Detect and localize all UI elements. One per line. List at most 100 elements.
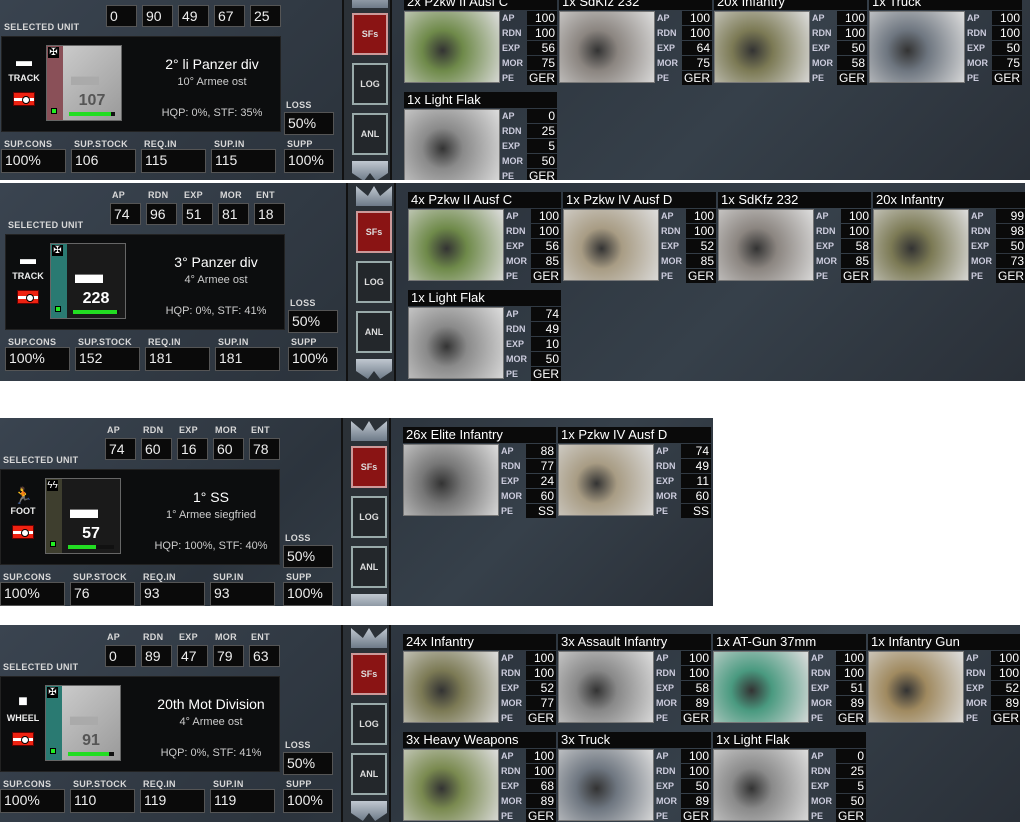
log-button[interactable]: LOG xyxy=(351,703,387,745)
sfs-button[interactable]: SFs xyxy=(356,211,392,253)
subunit-stat-label: EXP xyxy=(811,683,830,693)
subunit-card[interactable]: 1x Pzkw IV Ausf D AP 100 RDN 100 EXP 52 MOR 85 PE… xyxy=(563,192,716,283)
scroll-down-button[interactable] xyxy=(351,594,387,606)
subunit-stat-label: EXP xyxy=(661,241,680,251)
subunit-card[interactable]: 1x Infantry Gun AP 100 RDN 100 EXP 52 MOR 89 PE GE… xyxy=(868,634,1020,725)
subunit-stat-value: 100 xyxy=(992,26,1022,40)
selected-unit-box[interactable]: 🏃 FOOT ϟϟ ▬ 57 1° SS 1° Armee siegfried HQP: 10… xyxy=(0,469,280,565)
subunit-card[interactable]: 1x AT-Gun 37mm AP 100 RDN 100 EXP 51 MOR 89 PE GER xyxy=(713,634,866,725)
subunit-stat-value: 10 xyxy=(531,337,561,351)
strength-bar xyxy=(68,545,114,549)
subunit-stat-row: RDN 77 xyxy=(500,459,556,474)
subunit-stat-value: 100 xyxy=(681,764,711,778)
subunit-stat-value: 100 xyxy=(681,666,711,680)
sfs-button[interactable]: SFs xyxy=(352,13,388,55)
subunit-stat-row: MOR 75 xyxy=(966,56,1022,71)
subunit-stat-label: MOR xyxy=(656,491,677,501)
stat-label: MOR xyxy=(220,190,242,200)
sup-in-label: SUP.IN xyxy=(213,779,244,789)
stat-label: ENT xyxy=(252,0,271,2)
subunit-stat-value: 56 xyxy=(527,41,557,55)
subunit-stat-row: EXP 50 xyxy=(655,779,711,794)
selected-unit-box[interactable]: ▬ TRACK ✠ ▬ 228 3° Panzer div 4° Armee ost HQP:… xyxy=(5,234,285,330)
subunit-stat-value: 11 xyxy=(681,474,711,488)
unit-counter[interactable]: ✠ ▬ 228 xyxy=(50,243,126,319)
supp-label: SUPP xyxy=(287,139,313,149)
unit-counter[interactable]: ✠ ▬ 91 xyxy=(45,685,121,761)
unit-hqp-stf: HQP: 0%, STF: 35% xyxy=(161,107,263,119)
anl-button[interactable]: ANL xyxy=(351,546,387,588)
scroll-down-button[interactable] xyxy=(351,801,387,821)
subunit-card[interactable]: 2x Pzkw II Ausf C AP 100 RDN 100 EXP 56 MOR 75 PE… xyxy=(404,0,557,85)
scroll-up-button[interactable] xyxy=(352,0,388,8)
sfs-button[interactable]: SFs xyxy=(351,446,387,488)
subunit-stat-value: 52 xyxy=(526,681,556,695)
subunit-stat-row: RDN 100 xyxy=(815,224,871,239)
sup-in-value: 119 xyxy=(210,789,275,813)
subunit-card[interactable]: 1x Pzkw IV Ausf D AP 74 RDN 49 EXP 11 MOR 60 PE SS xyxy=(558,427,711,518)
subunit-card[interactable]: 24x Infantry AP 100 RDN 100 EXP 52 MOR 77 PE GER xyxy=(403,634,556,725)
selected-unit-box[interactable]: ■ WHEEL ✠ ▬ 91 20th Mot Division 4° Armee ost H… xyxy=(0,676,280,772)
subunit-card[interactable]: 4x Pzkw II Ausf C AP 100 RDN 100 EXP 56 MOR 85 PE… xyxy=(408,192,561,283)
scroll-up-button[interactable] xyxy=(351,628,387,648)
subunit-card[interactable]: 1x SdKfz 232 AP 100 RDN 100 EXP 58 MOR 85 PE GER xyxy=(718,192,871,283)
selected-unit-box[interactable]: ▬ TRACK ✠ ▬ 107 2° li Panzer div 10° Armee ost… xyxy=(1,36,281,132)
anl-button[interactable]: ANL xyxy=(351,753,387,795)
log-button[interactable]: LOG xyxy=(352,63,388,105)
subunit-stat-row: RDN 98 xyxy=(970,224,1025,239)
stat-value: 60 xyxy=(213,438,244,460)
unit-counter[interactable]: ϟϟ ▬ 57 xyxy=(45,478,121,554)
subunit-card[interactable]: 3x Heavy Weapons AP 100 RDN 100 EXP 68 MOR 89 PE G… xyxy=(403,732,556,822)
anl-button[interactable]: ANL xyxy=(352,113,388,155)
subunit-card[interactable]: 1x Light Flak AP 74 RDN 49 EXP 10 MOR 50 PE GER xyxy=(408,290,561,381)
scroll-up-button[interactable] xyxy=(351,421,387,441)
subunit-card[interactable]: 20x Infantry AP 99 RDN 98 EXP 50 MOR 73 PE GER xyxy=(873,192,1025,283)
subunit-stat-label: AP xyxy=(812,13,825,23)
stat-label: EXP xyxy=(179,632,198,642)
subunit-stat-row: RDN 100 xyxy=(965,666,1020,681)
subunit-stat-label: EXP xyxy=(506,339,525,349)
stat-label: ENT xyxy=(251,632,270,642)
stat-value: 60 xyxy=(141,438,172,460)
subunit-card[interactable]: 26x Elite Infantry AP 88 RDN 77 EXP 24 MOR 60 PE S… xyxy=(403,427,556,518)
subunit-stat-row: EXP 68 xyxy=(500,779,556,794)
anl-button[interactable]: ANL xyxy=(356,311,392,353)
log-button[interactable]: LOG xyxy=(356,261,392,303)
log-button[interactable]: LOG xyxy=(351,496,387,538)
scroll-down-button[interactable] xyxy=(356,359,392,379)
scroll-down-button[interactable] xyxy=(352,161,388,180)
subunit-stat-label: RDN xyxy=(506,324,526,334)
subunit-stat-value: 75 xyxy=(992,56,1022,70)
loss-value: 50% xyxy=(283,752,333,775)
stat-value: 25 xyxy=(250,5,281,27)
subunit-stat-row: AP 100 xyxy=(966,11,1022,26)
subunit-stat-value: 100 xyxy=(526,764,556,778)
subunit-card[interactable]: 3x Truck AP 100 RDN 100 EXP 50 MOR 89 PE GER xyxy=(558,732,711,822)
subunit-stat-label: AP xyxy=(811,751,824,761)
subunit-stat-row: AP 100 xyxy=(815,209,871,224)
sfs-button[interactable]: SFs xyxy=(351,653,387,695)
subunit-stat-value: 100 xyxy=(991,666,1020,680)
scroll-up-button[interactable] xyxy=(356,186,392,206)
subunit-card[interactable]: 1x SdKfz 232 AP 100 RDN 100 EXP 64 MOR 75 PE GER xyxy=(559,0,712,85)
subunit-stat-value: 99 xyxy=(996,209,1025,223)
subunit-stat-label: MOR xyxy=(661,256,682,266)
subunit-stat-label: RDN xyxy=(811,766,831,776)
subunit-card[interactable]: 1x Truck AP 100 RDN 100 EXP 50 MOR 75 PE GER xyxy=(869,0,1022,85)
subunit-stat-value: 50 xyxy=(681,779,711,793)
subunit-stat-value: 58 xyxy=(681,681,711,695)
subunit-stat-label: MOR xyxy=(811,698,832,708)
subunit-card[interactable]: 3x Assault Infantry AP 100 RDN 100 EXP 58 MOR 89… xyxy=(558,634,711,725)
subunit-photo xyxy=(714,11,810,83)
subunit-stat-value: 0 xyxy=(836,749,866,763)
subunit-stat-label: EXP xyxy=(502,43,521,53)
subunit-card[interactable]: 1x Light Flak AP 0 RDN 25 EXP 5 MOR 50 PE GER xyxy=(713,732,866,822)
unit-counter[interactable]: ✠ ▬ 107 xyxy=(46,45,122,121)
subunit-title: 1x Pzkw IV Ausf D xyxy=(558,427,711,443)
subunit-photo xyxy=(558,651,654,723)
subunit-card[interactable]: 1x Light Flak AP 0 RDN 25 EXP 5 MOR 50 PE GER xyxy=(404,92,557,180)
sup-stock-value: 106 xyxy=(71,149,136,173)
side-button-column: SFs LOG ANL xyxy=(341,625,391,822)
subunit-card[interactable]: 20x Infantry AP 100 RDN 100 EXP 50 MOR 58 PE GER xyxy=(714,0,867,85)
subunit-stat-value: 60 xyxy=(681,489,711,503)
